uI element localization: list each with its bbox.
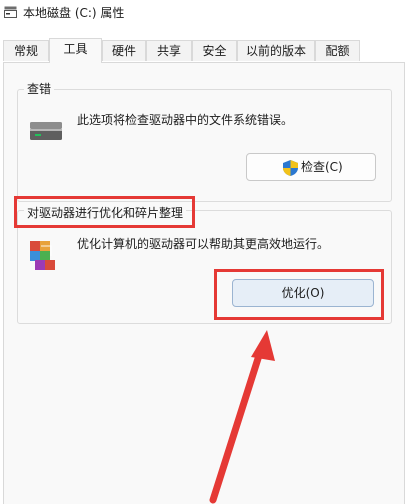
tab-tools[interactable]: 工具 [49,38,102,63]
red-arrow-icon [209,330,275,504]
